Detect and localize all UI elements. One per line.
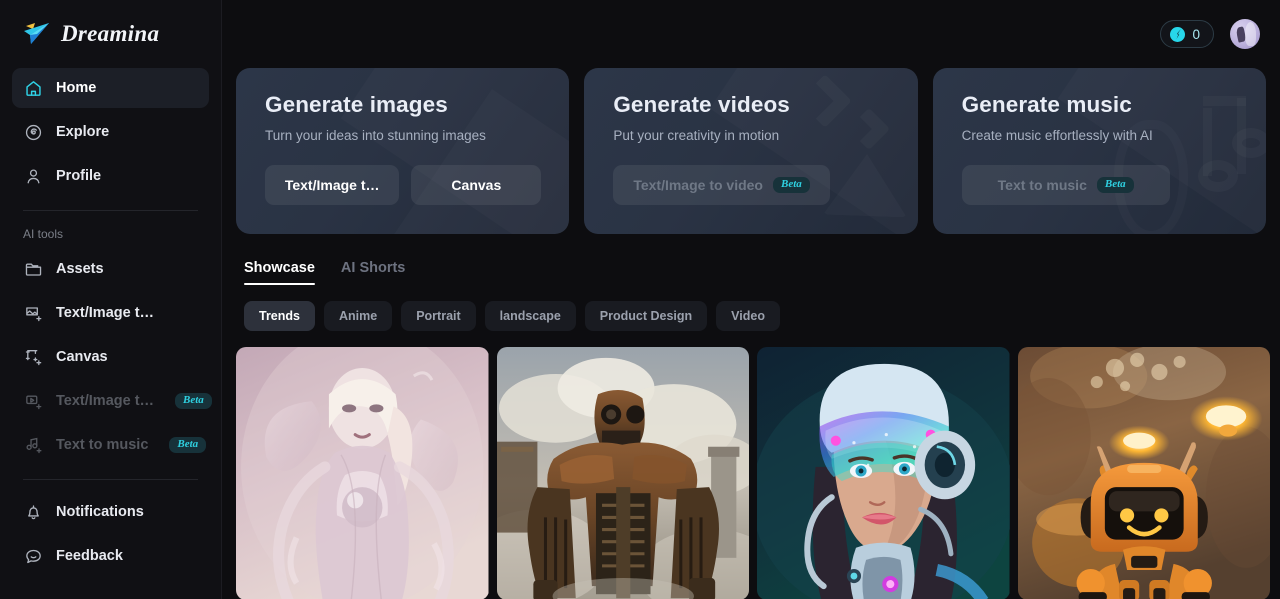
sidebar-item-home[interactable]: Home (12, 68, 209, 108)
chip-label: Video (731, 309, 765, 323)
chip-label: Portrait (416, 309, 461, 323)
sidebar-item-assets[interactable]: Assets (12, 249, 209, 289)
beta-badge: Beta (169, 437, 207, 453)
hero-card-row: Generate images Turn your ideas into stu… (222, 68, 1280, 234)
sidebar-item-text-to-video[interactable]: Text/Image t… Beta (12, 381, 212, 421)
explore-icon (23, 122, 43, 142)
chip-landscape[interactable]: landscape (484, 301, 576, 331)
chip-portrait[interactable]: Portrait (401, 301, 476, 331)
chip-label: landscape (499, 309, 561, 323)
hero-card-generate-videos[interactable]: Generate videos Put your creativity in m… (584, 68, 918, 234)
profile-icon (23, 166, 43, 186)
hero-button-label: Text to music (997, 177, 1087, 193)
chip-product-design[interactable]: Product Design (584, 301, 708, 331)
avatar[interactable] (1230, 19, 1260, 49)
tab-label: Showcase (244, 260, 315, 276)
chip-anime[interactable]: Anime (324, 301, 393, 331)
sidebar-item-text-to-music[interactable]: Text to music Beta (12, 425, 209, 465)
hero-title: Generate music (961, 92, 1132, 117)
sidebar-item-label: Notifications (56, 504, 144, 520)
main-content: 0 Generate images Turn your ideas into s… (222, 0, 1280, 599)
tab-label: AI Shorts (340, 260, 406, 276)
sidebar-item-text-to-image[interactable]: Text/Image t… (12, 293, 209, 333)
chip-label: Product Design (599, 309, 693, 323)
canvas-icon (23, 347, 43, 367)
hero-button-row: Text to music Beta (961, 165, 1238, 205)
sidebar-item-label: Text/Image t… (56, 393, 155, 409)
text-to-video-icon (23, 391, 43, 411)
sidebar-flex-spacer (12, 580, 209, 599)
tab-ai-shorts[interactable]: AI Shorts (341, 260, 405, 285)
hero-subtitle: Put your creativity in motion (613, 128, 780, 143)
hero-button-text-image-to-image[interactable]: Text/Image t… (265, 165, 400, 205)
dreamina-dart-logo-icon (22, 20, 52, 48)
hero-card-generate-music[interactable]: Generate music Create music effortlessly… (932, 68, 1266, 234)
crystalline-figure-thumbnail[interactable] (236, 347, 489, 599)
hero-card-generate-images[interactable]: Generate images Turn your ideas into stu… (236, 68, 570, 234)
content-tabs: Showcase AI Shorts (222, 234, 1280, 285)
beta-badge: Beta (773, 177, 810, 193)
sidebar: Dreamina Home Explore Profile AI tools A… (0, 0, 222, 599)
credits-count: 0 (1192, 26, 1200, 42)
credit-coin-icon (1170, 26, 1186, 42)
hero-button-row: Text/Image t… Canvas (265, 165, 542, 205)
sidebar-item-profile[interactable]: Profile (12, 156, 209, 196)
bell-icon (23, 502, 43, 522)
chip-label: Anime (339, 309, 378, 323)
feedback-icon (23, 546, 43, 566)
sidebar-group-label: AI tools (23, 227, 64, 241)
tab-showcase[interactable]: Showcase (244, 260, 315, 285)
chip-trends[interactable]: Trends (244, 301, 315, 331)
brand-logo[interactable]: Dreamina (12, 0, 209, 68)
sidebar-item-notifications[interactable]: Notifications (12, 492, 209, 532)
sidebar-item-label: Feedback (56, 548, 123, 564)
text-to-music-icon (23, 435, 43, 455)
hero-title: Generate images (265, 92, 448, 117)
rusty-mech-thumbnail[interactable] (496, 347, 749, 599)
text-to-image-icon (23, 303, 43, 323)
orange-robot-thumbnail[interactable] (1017, 347, 1270, 599)
sidebar-item-label: Canvas (56, 349, 108, 365)
hero-button-canvas[interactable]: Canvas (411, 165, 542, 205)
filter-chip-row: Trends Anime Portrait landscape Product … (222, 285, 1280, 331)
sidebar-item-feedback[interactable]: Feedback (12, 536, 209, 576)
hero-button-text-to-music[interactable]: Text to music Beta (961, 165, 1170, 205)
sidebar-item-label: Assets (56, 261, 104, 277)
hero-button-text-image-to-video[interactable]: Text/Image to video Beta (613, 165, 830, 205)
hero-button-label: Text/Image to video (633, 177, 763, 193)
sidebar-item-label: Explore (56, 124, 110, 140)
chip-video[interactable]: Video (716, 301, 780, 331)
sidebar-item-label: Text/Image t… (56, 305, 155, 321)
sidebar-item-explore[interactable]: Explore (12, 112, 209, 152)
hero-button-label: Canvas (451, 177, 502, 193)
sidebar-item-label: Text to music (56, 437, 149, 453)
credits-pill[interactable]: 0 (1160, 20, 1214, 48)
brand-name: Dreamina (61, 21, 160, 46)
hero-subtitle: Create music effortlessly with AI (961, 128, 1153, 143)
app-root: Dreamina Home Explore Profile AI tools A… (0, 0, 1280, 599)
hero-button-label: Text/Image t… (284, 177, 380, 193)
sidebar-item-label: Home (56, 80, 97, 96)
beta-badge: Beta (1096, 177, 1134, 193)
home-icon (23, 78, 43, 98)
beta-badge: Beta (175, 393, 212, 409)
hero-subtitle: Turn your ideas into stunning images (265, 128, 486, 143)
sidebar-item-label: Profile (56, 168, 102, 184)
cyberpunk-portrait-thumbnail[interactable] (757, 347, 1010, 599)
assets-folder-icon (23, 259, 43, 279)
sidebar-item-canvas[interactable]: Canvas (12, 337, 209, 377)
hero-title: Generate videos (613, 92, 790, 117)
topbar: 0 (222, 0, 1280, 68)
hero-button-row: Text/Image to video Beta (613, 165, 889, 205)
chip-label: Trends (259, 309, 300, 323)
showcase-gallery (222, 331, 1280, 599)
